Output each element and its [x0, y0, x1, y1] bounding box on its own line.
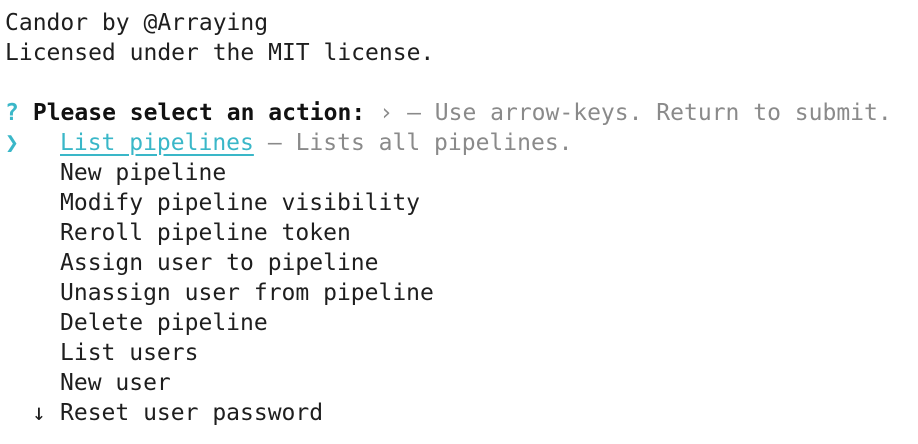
menu-item-reset-user-password[interactable]: ↓ Reset user password — [5, 398, 323, 428]
menu-item-label[interactable]: Delete pipeline — [60, 308, 268, 338]
menu-item-description: – Lists all pipelines. — [267, 130, 573, 156]
question-icon: ? — [5, 100, 19, 126]
arrow-down-icon: ↓ — [32, 400, 46, 426]
header-title-line: Candor by @Arraying — [5, 8, 268, 38]
menu-item-label[interactable]: Reset user password — [60, 398, 323, 428]
menu-item-list-users[interactable]: List users — [5, 338, 198, 368]
prompt-message: Please select an action: — [32, 100, 366, 126]
menu-item-new-user[interactable]: New user — [5, 368, 171, 398]
prompt-line: ? Please select an action: › – Use arrow-ke… — [5, 98, 892, 128]
chevron-right-icon: › — [379, 100, 394, 126]
menu-item-modify-pipeline-visibility[interactable]: Modify pipeline visibility — [5, 188, 420, 218]
menu-item-unassign-user[interactable]: Unassign user from pipeline — [5, 278, 434, 308]
menu-item-label[interactable]: New user — [60, 368, 171, 398]
pointer-icon: ❯ — [5, 130, 19, 156]
app-title: Candor by @Arraying — [5, 10, 269, 36]
menu-item-label[interactable]: Reroll pipeline token — [60, 218, 351, 248]
menu-item-delete-pipeline[interactable]: Delete pipeline — [5, 308, 268, 338]
license-text: Licensed under the MIT license. — [5, 40, 435, 66]
menu-item-reroll-pipeline-token[interactable]: Reroll pipeline token — [5, 218, 351, 248]
terminal-window: Candor by @Arraying Licensed under the M… — [0, 0, 918, 444]
menu-item-selected[interactable]: ❯ List pipelines – Lists all pipelines. — [5, 128, 573, 158]
menu-item-label[interactable]: New pipeline — [60, 158, 226, 188]
prompt-hint: – Use arrow-keys. Return to submit. — [407, 100, 892, 126]
menu-item-label[interactable]: List users — [60, 338, 198, 368]
header-license-line: Licensed under the MIT license. — [5, 38, 434, 68]
menu-item-assign-user[interactable]: Assign user to pipeline — [5, 248, 379, 278]
menu-item-list-pipelines[interactable]: List pipelines — [60, 128, 254, 158]
menu-item-label[interactable]: Assign user to pipeline — [60, 248, 379, 278]
menu-item-new-pipeline[interactable]: New pipeline — [5, 158, 226, 188]
menu-item-label[interactable]: Modify pipeline visibility — [60, 188, 420, 218]
menu-item-label[interactable]: Unassign user from pipeline — [60, 278, 434, 308]
